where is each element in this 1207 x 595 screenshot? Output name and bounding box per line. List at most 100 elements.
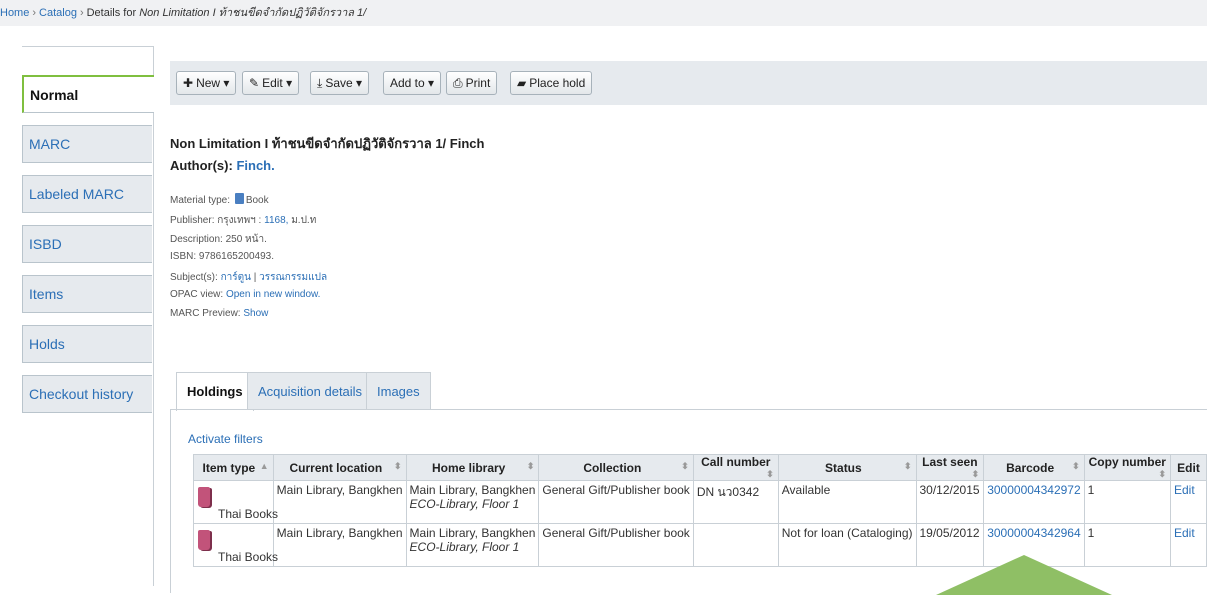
caret-down-icon: ▾ [356,76,363,90]
breadcrumb-current-prefix: Details for [86,7,137,19]
place-hold-button[interactable]: ▰ Place hold [510,71,593,95]
description-label: Description: [170,234,223,245]
author-link[interactable]: Finch. [236,158,274,173]
current-location-cell: Main Library, Bangkhen [272,480,407,524]
opac-label: OPAC view: [170,289,224,300]
sort-icon: ⬍ [681,460,689,471]
pointer-arrow-shape [936,555,1112,595]
holdings-panel-border [170,409,171,593]
marc-preview-label: MARC Preview: [170,308,241,319]
edit-item-link[interactable]: Edit [1174,526,1195,540]
isbn-row: ISBN: 9786165200493. [170,251,274,262]
thai-book-icon [198,530,210,550]
authors-label: Author(s): [170,158,233,173]
breadcrumb: Home › Catalog › Details for Non Limitation … [0,0,1207,26]
holdings-tabs: Holdings Acquisition details Images [170,372,1207,411]
home-library-name: Main Library, Bangkhen [409,483,536,497]
sort-icon: ⬍ [1072,460,1080,471]
column-header-label: Current location [289,460,383,475]
holdings-tabs-underline [170,409,1207,410]
publisher-label: Publisher: [170,215,215,226]
column-header-status[interactable]: Status ⬍ [777,454,917,481]
add-to-button-label: Add to [390,76,425,90]
barcode-link[interactable]: 30000004342972 [987,483,1080,497]
edit-button-label: Edit [262,76,283,90]
sort-icon: ⬍ [766,469,774,479]
publisher-link[interactable]: 1168, [264,215,288,226]
tab-holds[interactable]: Holds [22,325,152,363]
subjects-row: Subject(s): การ์ตูน | วรรณกรรมแปล [170,270,327,285]
tab-marc[interactable]: MARC [22,125,152,163]
sort-icon: ⬍ [971,469,980,479]
tab-items[interactable]: Items [22,275,152,313]
activate-filters-link[interactable]: Activate filters [188,432,263,446]
column-header-call-number[interactable]: Call number ⬍ [692,454,779,481]
column-header-collection[interactable]: Collection ⬍ [538,454,694,481]
tab-checkout-history[interactable]: Checkout history [22,375,152,413]
breadcrumb-separator: › [79,7,84,19]
status-cell: Not for loan (Cataloging) [777,523,917,567]
subject-link[interactable]: วรรณกรรมแปล [259,272,327,283]
item-type-cell: Thai Books [193,523,278,567]
column-header-label: Copy number [1088,455,1166,469]
subject-separator: | [253,272,257,283]
home-library-cell: Main Library, Bangkhen ECO-Library, Floor… [405,523,540,567]
save-button[interactable]: ⤓ Save ▾ [310,71,370,95]
subject-link[interactable]: การ์ตูน [221,272,251,283]
column-header-copy-number[interactable]: Copy number ⬍ [1083,454,1171,481]
column-header-label: Status [825,460,862,475]
printer-icon: ⎙ [453,76,463,90]
sort-icon: ⬍ [1158,469,1166,479]
edit-cell: Edit [1169,480,1207,524]
sort-icon: ⬍ [526,460,535,471]
last-seen-cell: 30/12/2015 [915,480,985,524]
item-type-cell: Thai Books [193,480,278,524]
column-header-barcode[interactable]: Barcode ⬍ [983,454,1085,481]
isbn-label: ISBN: [170,251,197,262]
tab-isbd[interactable]: ISBD [22,225,152,263]
sort-icon: ⬍ [903,460,912,471]
column-header-edit: Edit [1169,454,1207,481]
column-header-current-location[interactable]: Current location ⬍ [272,454,407,481]
new-button-label: New [196,76,221,90]
material-type-row: Material type: Book [170,193,269,206]
column-header-label: Last seen [922,455,978,469]
caret-down-icon: ▾ [223,76,230,90]
marc-preview-link[interactable]: Show [243,308,268,319]
edit-cell: Edit [1169,523,1207,567]
breadcrumb-current-title: Non Limitation I ท้าชนขีดจำกัดปฏิวัติจัก… [139,7,367,19]
tab-acquisition-details[interactable]: Acquisition details [247,372,374,410]
home-library-sublocation: ECO-Library, Floor 1 [409,497,520,511]
column-header-home-library[interactable]: Home library ⬍ [405,454,540,481]
publisher-place: กรุงเทพฯ : [217,215,262,226]
thai-book-icon [198,487,210,507]
tab-holdings[interactable]: Holdings [176,372,254,411]
plus-icon: ✚ [183,76,194,90]
publisher-row: Publisher: กรุงเทพฯ : 1168, ม.ป.ท [170,213,316,228]
new-button[interactable]: ✚ New ▾ [176,71,237,95]
item-type-label: Thai Books [218,507,279,521]
breadcrumb-home[interactable]: Home [0,7,29,19]
edit-item-link[interactable]: Edit [1174,483,1195,497]
column-header-label: Barcode [1006,460,1055,475]
add-to-button[interactable]: Add to ▾ [383,71,442,95]
tab-labeled-marc[interactable]: Labeled MARC [22,175,152,213]
subjects-label: Subject(s): [170,272,218,283]
caret-down-icon: ▾ [286,76,293,90]
publisher-date: ม.ป.ท [291,215,317,226]
print-button[interactable]: ⎙ Print [446,71,498,95]
column-header-item-type[interactable]: Item type ▲ [193,454,274,481]
status-cell: Available [777,480,917,524]
pencil-icon: ✎ [249,76,260,90]
column-header-last-seen[interactable]: Last seen ⬍ [915,454,985,481]
opac-link[interactable]: Open in new window. [226,289,321,300]
current-location-cell: Main Library, Bangkhen [272,523,407,567]
column-header-label: Item type [202,460,256,475]
table-header-row: Item type ▲ Current location ⬍ Home libr… [193,454,1207,481]
print-button-label: Print [465,76,491,90]
edit-button[interactable]: ✎ Edit ▾ [242,71,300,95]
tab-normal[interactable]: Normal [22,75,154,113]
barcode-link[interactable]: 30000004342964 [987,526,1080,540]
tab-images[interactable]: Images [366,372,431,410]
breadcrumb-catalog[interactable]: Catalog [39,7,77,19]
